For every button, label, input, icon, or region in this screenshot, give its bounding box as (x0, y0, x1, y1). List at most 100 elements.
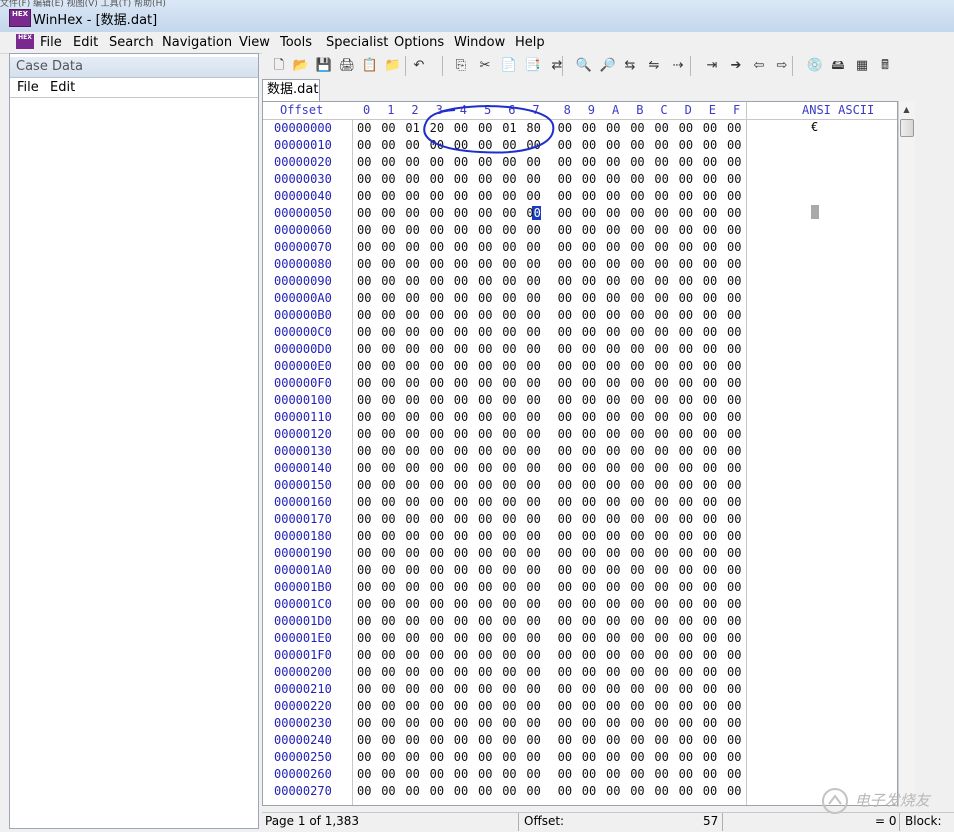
hex-byte[interactable]: 00 (478, 682, 492, 696)
hex-byte[interactable]: 00 (357, 529, 371, 543)
hex-byte[interactable]: 00 (357, 444, 371, 458)
hex-byte[interactable]: 00 (502, 223, 516, 237)
menu-tools[interactable]: Tools (280, 35, 312, 50)
hex-byte[interactable]: 00 (526, 342, 540, 356)
hex-byte[interactable]: 00 (381, 648, 395, 662)
hex-byte[interactable]: 00 (405, 461, 419, 475)
hex-byte[interactable]: 01 (502, 121, 516, 135)
hex-byte[interactable]: 00 (654, 648, 668, 662)
hex-byte[interactable]: 00 (606, 614, 620, 628)
case-menu-edit[interactable]: Edit (50, 80, 75, 95)
hex-byte[interactable]: 00 (679, 631, 693, 645)
hex-byte[interactable]: 00 (381, 393, 395, 407)
hex-byte[interactable]: 00 (357, 410, 371, 424)
hex-byte[interactable]: 00 (654, 699, 668, 713)
hex-byte[interactable]: 00 (454, 682, 468, 696)
hex-byte[interactable]: 00 (526, 223, 540, 237)
hex-byte[interactable]: 00 (357, 359, 371, 373)
hex-byte[interactable]: 00 (727, 376, 741, 390)
hex-byte[interactable]: 00 (478, 393, 492, 407)
hex-byte[interactable]: 00 (630, 614, 644, 628)
hex-byte[interactable]: 00 (582, 308, 596, 322)
hex-byte[interactable]: 00 (430, 648, 444, 662)
hex-byte[interactable]: 00 (654, 733, 668, 747)
hex-byte[interactable]: 00 (381, 308, 395, 322)
hex-byte[interactable]: 00 (502, 784, 516, 798)
hex-byte[interactable]: 00 (478, 155, 492, 169)
hex-byte[interactable]: 00 (727, 138, 741, 152)
hex-byte[interactable]: 00 (630, 325, 644, 339)
hex-byte[interactable]: 00 (357, 138, 371, 152)
hex-byte[interactable]: 00 (502, 376, 516, 390)
hex-byte[interactable]: 00 (526, 240, 540, 254)
hex-byte[interactable]: 00 (558, 529, 572, 543)
hex-byte[interactable]: 00 (630, 682, 644, 696)
hex-byte[interactable]: 00 (381, 631, 395, 645)
hex-byte[interactable]: 00 (478, 410, 492, 424)
hex-byte[interactable]: 00 (454, 512, 468, 526)
hex-byte[interactable]: 00 (582, 563, 596, 577)
hex-byte[interactable]: 00 (727, 665, 741, 679)
hex-byte[interactable]: 00 (357, 257, 371, 271)
hex-byte[interactable]: 00 (582, 376, 596, 390)
hex-byte[interactable]: 00 (703, 325, 717, 339)
hex-byte[interactable]: 00 (654, 189, 668, 203)
hex-byte[interactable]: 00 (454, 376, 468, 390)
hex-byte[interactable]: 00 (679, 682, 693, 696)
hex-byte[interactable]: 00 (703, 291, 717, 305)
hex-byte[interactable]: 00 (630, 750, 644, 764)
hex-byte[interactable]: 00 (703, 138, 717, 152)
hex-byte[interactable]: 00 (727, 648, 741, 662)
hex-byte[interactable]: 00 (558, 767, 572, 781)
hex-byte[interactable]: 00 (381, 733, 395, 747)
hex-byte[interactable]: 00 (654, 359, 668, 373)
hex-byte[interactable]: 00 (582, 784, 596, 798)
paste-icon[interactable]: 📄 (500, 57, 518, 75)
hex-byte[interactable]: 00 (478, 784, 492, 798)
hex-byte[interactable]: 00 (454, 614, 468, 628)
hex-byte[interactable]: 00 (582, 444, 596, 458)
hex-byte[interactable]: 00 (679, 376, 693, 390)
hex-byte[interactable]: 00 (606, 529, 620, 543)
hex-byte[interactable]: 00 (703, 648, 717, 662)
calculator-icon[interactable]: 🖩 (876, 57, 894, 75)
hex-byte[interactable]: 00 (381, 597, 395, 611)
hex-byte[interactable]: 00 (606, 512, 620, 526)
hex-byte[interactable]: 00 (558, 223, 572, 237)
hex-byte[interactable]: 00 (502, 444, 516, 458)
hex-byte[interactable]: 00 (727, 325, 741, 339)
hex-byte[interactable]: 00 (727, 223, 741, 237)
hex-byte[interactable]: 00 (526, 529, 540, 543)
hex-byte[interactable]: 00 (357, 546, 371, 560)
hex-byte[interactable]: 00 (381, 138, 395, 152)
hex-byte[interactable]: 00 (454, 325, 468, 339)
hex-byte[interactable]: 00 (430, 512, 444, 526)
hex-byte[interactable]: 00 (558, 189, 572, 203)
hex-byte[interactable]: 00 (478, 257, 492, 271)
hex-byte[interactable]: 00 (454, 699, 468, 713)
hex-byte[interactable]: 00 (526, 767, 540, 781)
hex-byte[interactable]: 00 (558, 597, 572, 611)
hex-byte[interactable]: 00 (703, 563, 717, 577)
hex-byte[interactable]: 00 (630, 291, 644, 305)
hex-byte[interactable]: 00 (630, 563, 644, 577)
hex-byte[interactable]: 00 (630, 631, 644, 645)
hex-byte[interactable]: 00 (558, 138, 572, 152)
menu-navigation[interactable]: Navigation (162, 35, 232, 50)
hex-byte[interactable]: 00 (654, 478, 668, 492)
hex-byte[interactable]: 00 (454, 597, 468, 611)
hex-byte[interactable]: 00 (582, 393, 596, 407)
hex-byte[interactable]: 00 (703, 121, 717, 135)
hex-byte[interactable]: 00 (478, 478, 492, 492)
hex-byte[interactable]: 00 (478, 359, 492, 373)
hex-byte[interactable]: 00 (630, 529, 644, 543)
hex-byte[interactable]: 00 (478, 716, 492, 730)
hex-byte[interactable]: 00 (381, 767, 395, 781)
hex-byte[interactable]: 00 (430, 461, 444, 475)
hex-byte[interactable]: 00 (454, 155, 468, 169)
vertical-scrollbar[interactable] (898, 101, 915, 806)
scroll-thumb[interactable] (900, 119, 914, 137)
hex-byte[interactable]: 00 (630, 733, 644, 747)
hex-byte[interactable]: 00 (357, 784, 371, 798)
hex-byte[interactable]: 00 (454, 138, 468, 152)
